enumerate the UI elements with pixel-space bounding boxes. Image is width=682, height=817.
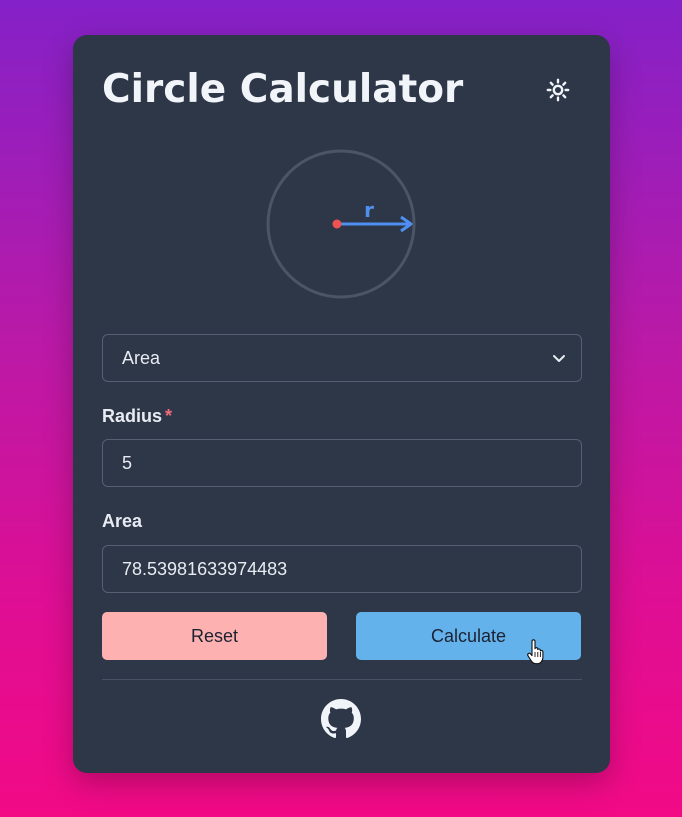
result-label: Area	[102, 511, 143, 531]
calculate-button[interactable]: Calculate	[356, 612, 581, 660]
calculate-button-label: Calculate	[430, 625, 507, 646]
calculator-card: Circle Calculator r Area Radius * 5 Area…	[73, 35, 610, 773]
sun-icon	[546, 78, 570, 102]
calculation-type-select[interactable]: Area	[102, 334, 582, 382]
theme-toggle-button[interactable]	[543, 75, 573, 105]
circle-diagram: r	[266, 149, 416, 299]
github-icon[interactable]	[321, 699, 361, 739]
select-value: Area	[122, 347, 161, 368]
reset-button[interactable]: Reset	[102, 612, 327, 660]
required-marker: *	[165, 406, 173, 426]
radius-input-value: 5	[122, 452, 133, 473]
radius-label: Radius *	[102, 406, 172, 427]
result-field[interactable]: 78.53981633974483	[102, 545, 582, 593]
center-point	[332, 219, 342, 229]
reset-button-label: Reset	[190, 625, 239, 646]
footer-divider	[102, 679, 582, 680]
chevron-down-icon	[553, 355, 565, 362]
radius-input[interactable]: 5	[102, 439, 582, 487]
radius-symbol: r	[364, 198, 374, 222]
page-title: Circle Calculator	[102, 67, 464, 112]
radius-label-text: Radius	[102, 406, 163, 426]
result-value: 78.53981633974483	[122, 558, 288, 579]
